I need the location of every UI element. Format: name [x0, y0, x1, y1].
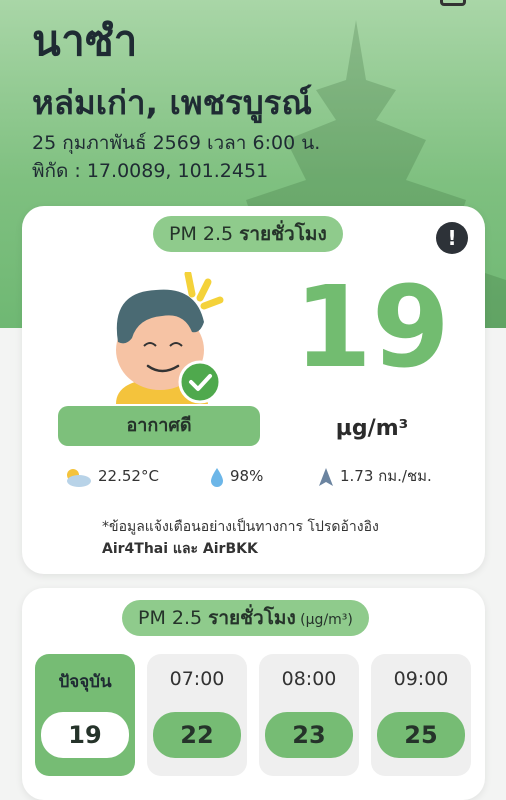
- wind-arrow-icon: [319, 467, 333, 486]
- notice-text: *ข้อมูลแจ้งเตือนอย่างเป็นทางการ โปรดอ้าง…: [102, 519, 379, 535]
- pill-prefix: PM 2.5: [138, 607, 209, 629]
- hourly-slot[interactable]: 08:00 23: [259, 654, 359, 776]
- happy-face-icon: [116, 272, 224, 404]
- slot-time: ปัจจุบัน: [58, 672, 112, 692]
- pill-unit: (µg/m³): [295, 612, 353, 628]
- slot-value: 25: [377, 712, 465, 758]
- hourly-slot[interactable]: 07:00 22: [147, 654, 247, 776]
- hourly-forecast-pill: PM 2.5 รายชั่วโมง (µg/m³): [122, 600, 369, 636]
- datetime-text: 25 กุมภาพันธ์ 2569 เวลา 6:00 น.: [32, 132, 321, 154]
- district-title: นาซำ: [32, 16, 138, 65]
- pill-prefix: PM 2.5: [169, 223, 240, 245]
- weather-row: 22.52°C 98% 1.73 กม./ชม.: [62, 464, 462, 488]
- slot-value: 22: [153, 712, 241, 758]
- wind-item: 1.73 กม./ชม.: [318, 464, 432, 488]
- temperature-text: 22.52°C: [98, 467, 159, 485]
- slot-time: 07:00: [169, 668, 225, 690]
- slot-time: 08:00: [281, 668, 337, 690]
- slot-value: 23: [265, 712, 353, 758]
- air-quality-status: อากาศดี: [58, 406, 260, 446]
- pill-bold: รายชั่วโมง: [208, 607, 296, 629]
- menu-button[interactable]: [440, 0, 466, 6]
- info-button[interactable]: !: [436, 222, 468, 254]
- location-subtitle: หล่มเก่า, เพชรบูรณ์: [32, 83, 312, 122]
- current-pm-card: PM 2.5 รายชั่วโมง ! อากาศดี 19 µg/m³ 22.…: [22, 206, 485, 574]
- humidity-item: 98%: [210, 464, 263, 488]
- pm25-value: 19: [294, 263, 450, 393]
- temperature-item: 22.52°C: [62, 464, 159, 488]
- pill-bold: รายชั่วโมง: [239, 223, 327, 245]
- pm25-unit: µg/m³: [335, 416, 409, 441]
- droplet-icon: [211, 467, 223, 487]
- check-icon: [178, 360, 222, 404]
- partly-cloudy-icon: [67, 468, 91, 487]
- coordinates-text: พิกัด : 17.0089, 101.2451: [32, 160, 269, 182]
- notice-sources: Air4Thai และ AirBKK: [102, 541, 258, 557]
- hourly-forecast-card: PM 2.5 รายชั่วโมง (µg/m³) ปัจจุบัน 19 07…: [22, 588, 485, 800]
- official-notice: *ข้อมูลแจ้งเตือนอย่างเป็นทางการ โปรดอ้าง…: [102, 516, 379, 560]
- slot-time: 09:00: [393, 668, 449, 690]
- slot-value: 19: [41, 712, 129, 758]
- hourly-pm-pill: PM 2.5 รายชั่วโมง: [153, 216, 343, 252]
- wind-text: 1.73 กม./ชม.: [340, 467, 432, 485]
- hourly-slot[interactable]: 09:00 25: [371, 654, 471, 776]
- humidity-text: 98%: [230, 467, 264, 485]
- hourly-slot-now[interactable]: ปัจจุบัน 19: [35, 654, 135, 776]
